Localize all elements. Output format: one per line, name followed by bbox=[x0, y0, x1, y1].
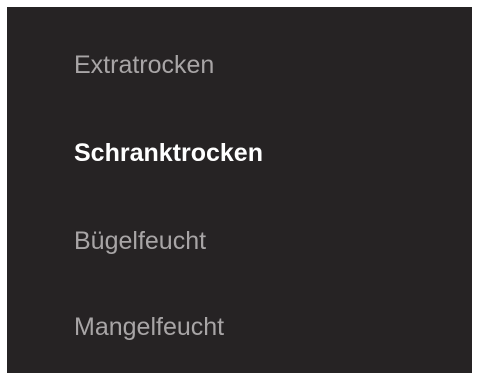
menu-item-label: Extratrocken bbox=[74, 50, 215, 79]
menu-item-label: Bügelfeucht bbox=[74, 226, 207, 255]
menu-item-mangelfeucht[interactable]: Mangelfeucht bbox=[74, 307, 224, 347]
dryness-level-menu-screen: Extratrocken Schranktrocken Bügelfeucht … bbox=[7, 7, 472, 373]
menu-item-label: Schranktrocken bbox=[74, 138, 263, 167]
dryness-level-list: Extratrocken Schranktrocken Bügelfeucht … bbox=[7, 7, 472, 373]
menu-item-label: Mangelfeucht bbox=[74, 312, 225, 341]
menu-item-buegelfeucht[interactable]: Bügelfeucht bbox=[74, 221, 206, 261]
menu-item-extratrocken[interactable]: Extratrocken bbox=[74, 45, 214, 85]
menu-item-schranktrocken-selected[interactable]: Schranktrocken bbox=[74, 133, 263, 173]
